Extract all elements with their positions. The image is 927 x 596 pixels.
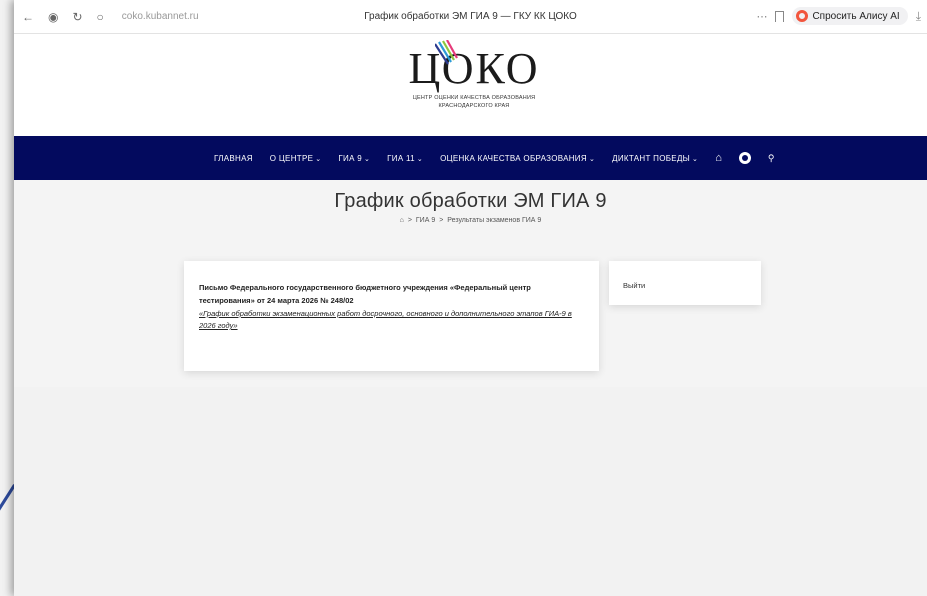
main-navbar: ГЛАВНАЯ О ЦЕНТРЕ ⌄ ГИА 9 ⌄ ГИА 11 ⌄ ОЦЕНКА … [14,136,927,180]
more-icon[interactable]: ⋯ [756,10,767,23]
breadcrumb-separator: > [439,217,444,224]
nav-item-label: О ЦЕНТРЕ [269,153,314,163]
page-title: График обработки ЭМ ГИА 9 [334,190,607,212]
bookmark-icon[interactable] [775,10,785,22]
logout-link[interactable]: Выйти [623,281,645,290]
site-header: ЦОКО ЦЕНТР ОЦЕНКИ КАЧЕСТВА ОБРАЗОВАНИЯ К… [14,34,927,136]
nav-item-gia11[interactable]: ГИА 11 ⌄ [387,154,423,163]
chevron-down-icon: ⌄ [364,155,371,163]
schedule-document-link[interactable]: «График обработки экзаменационных работ … [199,308,584,332]
breadcrumb-home-icon[interactable]: ⌂ [400,217,404,224]
breadcrumb-item-gia9[interactable]: ГИА 9 [416,217,435,224]
nav-item-label: ГИА 11 [387,153,415,163]
ask-alice-button[interactable]: Спросить Алису AI [792,7,908,25]
address-bar[interactable]: coko.kubannet.ru [122,11,199,22]
sidebar-card: Выйти [609,261,761,305]
site-logo[interactable]: ЦОКО ЦЕНТР ОЦЕНКИ КАЧЕСТВА ОБРАЗОВАНИЯ К… [399,40,549,110]
browser-window: ← ◉ ↻ ○ coko.kubannet.ru График обработк… [14,0,927,596]
nav-item-home[interactable]: ГЛАВНАЯ [214,154,253,163]
logo-subtitle-line2: КРАСНОДАРСКОГО КРАЯ [438,103,510,109]
accessibility-icon[interactable] [738,152,751,164]
alice-icon [796,10,809,22]
nav-item-label: ДИКТАНТ ПОБЕДЫ [612,153,691,163]
back-icon[interactable]: ← [22,10,34,24]
chevron-down-icon: ⌄ [315,155,322,163]
lock-icon[interactable]: ○ [97,10,104,24]
nav-item-label: ГИА 9 [338,153,362,163]
download-icon[interactable]: ⤓ [916,9,921,24]
logo-subtitle-line1: ЦЕНТР ОЦЕНКИ КАЧЕСТВА ОБРАЗОВАНИЯ [412,95,536,101]
logo-wordmark: ЦОКО [399,40,549,94]
breadcrumb-item-results[interactable]: Результаты экзаменов ГИА 9 [447,217,541,224]
breadcrumb-separator: > [407,217,412,224]
nav-item-label: ГЛАВНАЯ [214,153,253,163]
shield-icon[interactable]: ◉ [48,10,58,24]
document-card: Письмо Федерального государственного бюд… [184,261,599,371]
reload-icon[interactable]: ↻ [72,10,82,24]
browser-nav-icons: ← ◉ ↻ ○ [14,10,104,24]
nav-item-quality[interactable]: ОЦЕНКА КАЧЕСТВА ОБРАЗОВАНИЯ ⌄ [440,154,595,163]
ask-alice-label: Спросить Алису AI [812,10,900,22]
chevron-down-icon: ⌄ [416,155,424,163]
content-area: Письмо Федерального государственного бюд… [14,253,927,388]
nav-item-gia9[interactable]: ГИА 9 ⌄ [338,154,370,163]
breadcrumb: ⌂ > ГИА 9 > Результаты экзаменов ГИА 9 [14,217,927,224]
search-icon[interactable]: ⚲ [768,153,775,164]
chevron-down-icon: ⌄ [588,155,596,163]
nav-item-label: ОЦЕНКА КАЧЕСТВА ОБРАЗОВАНИЯ [440,153,587,163]
page-title-band: График обработки ЭМ ГИА 9 ⌂ > ГИА 9 > Ре… [14,180,927,253]
home-icon[interactable]: ⌂ [715,152,722,164]
logo-text: ЦОКО [408,44,540,93]
desktop-background: / [0,0,19,596]
nav-item-about[interactable]: О ЦЕНТРЕ ⌄ [270,154,322,163]
browser-toolbar-right: ⋯ Спросить Алису AI ⤓ [756,7,921,25]
nav-item-dictation[interactable]: ДИКТАНТ ПОБЕДЫ ⌄ [612,154,698,163]
letter-description: Письмо Федерального государственного бюд… [199,283,531,305]
logo-strokes-icon [435,40,458,65]
page-lower-area [14,387,927,596]
chevron-down-icon: ⌄ [692,155,699,163]
browser-toolbar: ← ◉ ↻ ○ coko.kubannet.ru График обработк… [14,0,927,34]
